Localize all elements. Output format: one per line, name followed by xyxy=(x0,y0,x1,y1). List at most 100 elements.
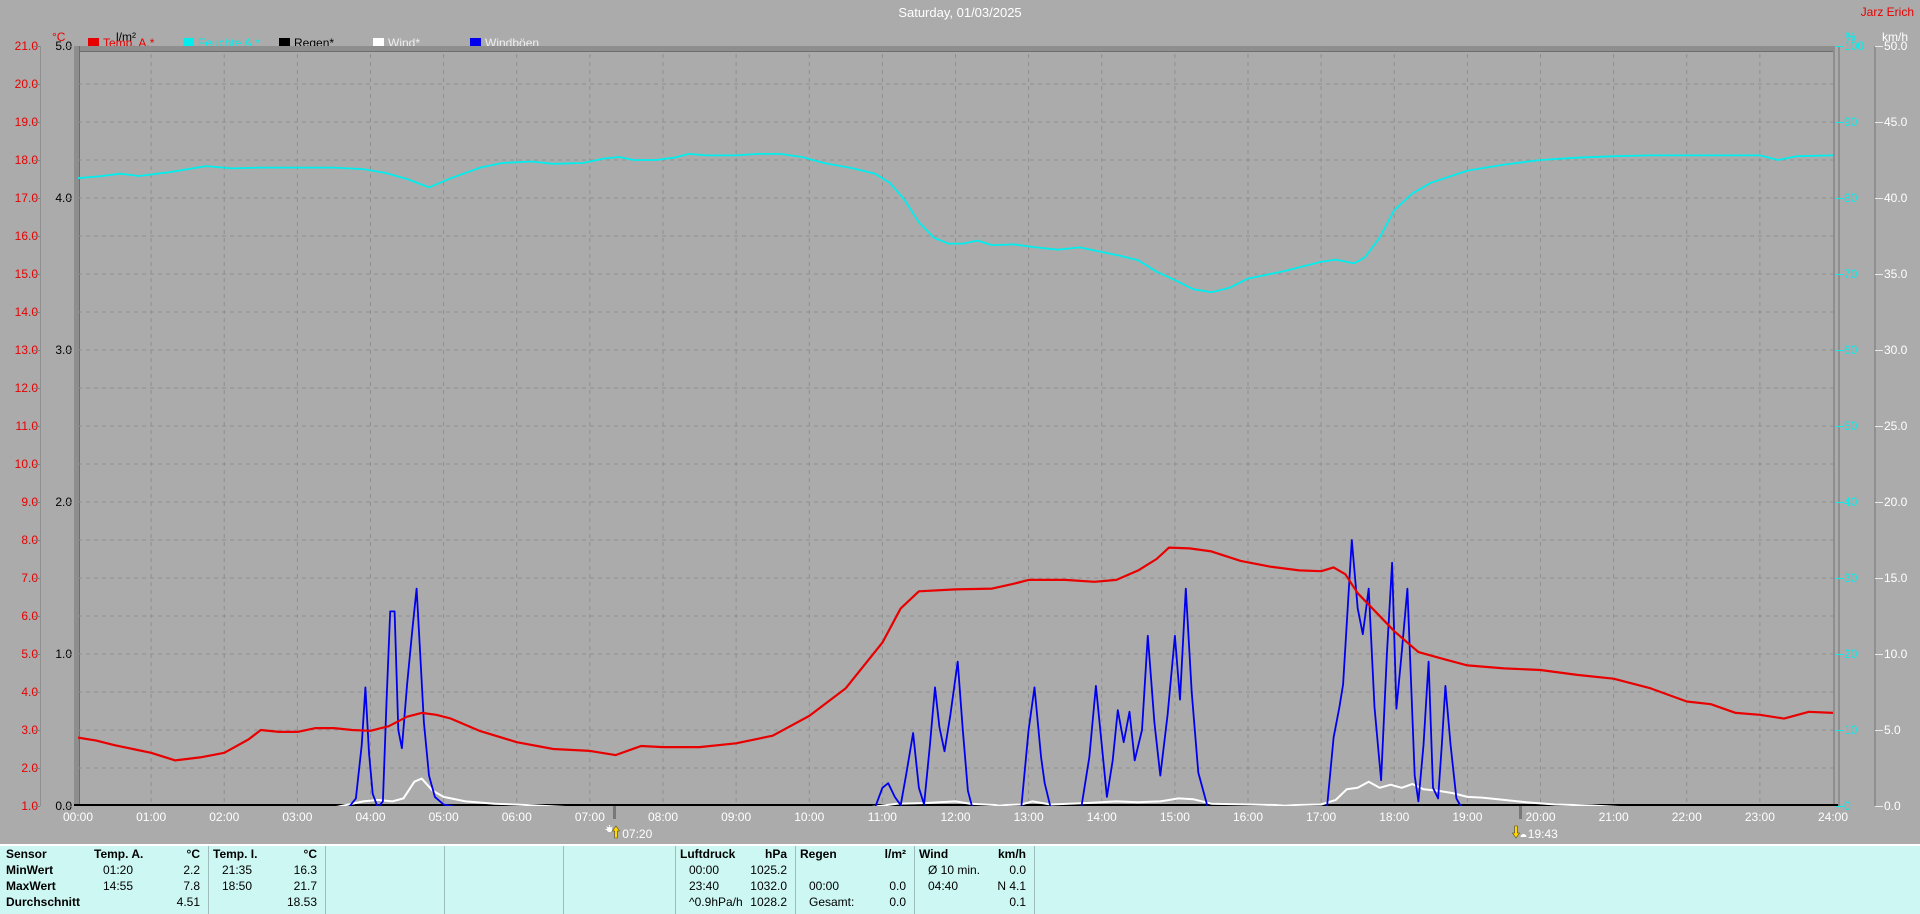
plot-area xyxy=(77,46,1834,809)
sensor-name: Temp. A. xyxy=(94,847,144,861)
stat-value: 4.51 xyxy=(176,895,200,909)
temp-axis-tick-mark xyxy=(33,198,40,199)
sensor-unit: hPa xyxy=(764,847,787,861)
stat-value xyxy=(436,878,444,894)
stat-time xyxy=(209,894,222,910)
stat-time: Ø 10 min. xyxy=(928,863,981,877)
humidity-axis-tick-mark xyxy=(1835,46,1843,47)
stat-value: 2.2 xyxy=(183,863,200,877)
x-axis-hour-label: 13:00 xyxy=(1013,810,1044,824)
wind-axis-tick-mark xyxy=(1875,122,1883,123)
stat-time: 14:55 xyxy=(103,879,134,893)
humidity-axis-tick-mark xyxy=(1835,198,1843,199)
temp-axis-tick-mark xyxy=(33,274,40,275)
wind-axis-tick-label: 10.0 xyxy=(1884,647,1908,661)
sunset-axis-tick xyxy=(1518,806,1522,819)
temp-axis-tick-mark xyxy=(33,84,40,85)
wind-axis-tick-label: 20.0 xyxy=(1884,495,1908,509)
table-block-wind: Wind km/h Ø 10 min. 0.0 04:40 N 4.1 0.1 xyxy=(915,846,1035,914)
stat-time: 21:35 xyxy=(222,863,253,877)
stat-time: 23:40 xyxy=(689,879,720,893)
sensor-unit: °C xyxy=(186,847,200,861)
statistics-table: Sensor MinWert MaxWert Durchschnitt Temp. A.… xyxy=(0,844,1920,914)
x-axis-hour-label: 02:00 xyxy=(209,810,240,824)
stat-time xyxy=(796,862,809,878)
stat-value xyxy=(436,862,444,878)
table-block-empty xyxy=(326,846,445,914)
x-axis-hour-label: 23:00 xyxy=(1744,810,1775,824)
humidity-axis-tick-mark xyxy=(1835,426,1843,427)
wind-axis-tick-mark xyxy=(1875,46,1883,47)
stat-time xyxy=(445,862,458,878)
humidity-axis-tick-label: 60 xyxy=(1844,343,1858,357)
temp-axis-tick-mark xyxy=(33,768,40,769)
wind-axis-tick-label: 15.0 xyxy=(1884,571,1908,585)
sunrise-marker: 07:20 xyxy=(605,825,652,842)
temp-axis-tick-mark xyxy=(33,502,40,503)
x-axis-hour-label: 00:00 xyxy=(62,810,94,824)
temp-axis-tick-mark xyxy=(33,464,40,465)
temp-axis-tick-mark xyxy=(33,806,40,807)
humidity-axis-tick-label: 50 xyxy=(1844,419,1858,433)
humidity-axis-tick-mark xyxy=(1835,274,1843,275)
stat-time xyxy=(564,862,577,878)
humidity-axis-tick-mark xyxy=(1835,654,1843,655)
stat-time xyxy=(326,894,339,910)
table-block-regen: Regen l/m² 00:00 0.0 Gesamt: 0.0 xyxy=(796,846,915,914)
stat-value xyxy=(667,878,675,894)
temp-axis-tick-mark xyxy=(33,46,40,47)
stat-value: 7.8 xyxy=(183,879,200,893)
x-axis-hour-label: 16:00 xyxy=(1232,810,1264,824)
wind-axis-tick-mark xyxy=(1875,578,1883,579)
humidity-axis-tick-label: 30 xyxy=(1844,571,1858,585)
wind-axis-tick-label: 0.0 xyxy=(1884,799,1901,813)
temp-axis-tick-mark xyxy=(33,122,40,123)
sensor-name: Temp. I. xyxy=(213,847,258,861)
x-axis-hour-label: 19:00 xyxy=(1452,810,1483,824)
x-axis-hour-label: 20:00 xyxy=(1525,810,1556,824)
rain-axis-tick-mark xyxy=(65,502,72,503)
x-axis-hour-label: 11:00 xyxy=(867,810,897,824)
stat-time xyxy=(564,878,577,894)
table-row-label: MaxWert xyxy=(6,879,56,893)
chart-title: Saturday, 01/03/2025 xyxy=(898,5,1022,20)
x-axis-hour-label: 09:00 xyxy=(721,810,752,824)
stat-time: Gesamt: xyxy=(809,895,855,909)
x-axis-hour-label: 21:00 xyxy=(1598,810,1629,824)
temp-axis-tick-mark xyxy=(33,730,40,731)
wind-axis-tick-mark xyxy=(1875,274,1883,275)
table-block-luftdruck: Luftdruck hPa 00:00 1025.2 23:40 1032.0 ^0.9hP… xyxy=(676,846,796,914)
table-row-label: Durchschnitt xyxy=(6,895,81,909)
stat-value: 0.0 xyxy=(889,879,906,893)
humidity-axis-tick-label: 70 xyxy=(1844,267,1858,281)
rain-axis-tick-mark xyxy=(65,350,72,351)
rain-axis-tick-mark xyxy=(65,198,72,199)
humidity-axis-tick-label: 10 xyxy=(1844,723,1858,737)
wind-axis-tick-label: 50.0 xyxy=(1884,39,1908,53)
stat-value xyxy=(436,894,444,910)
stat-value: 16.3 xyxy=(293,863,317,877)
table-block-temp-a-: Temp. A. °C 01:20 2.2 14:55 7.8 4.51 xyxy=(90,846,209,914)
stat-time xyxy=(445,878,458,894)
stat-value: 1028.2 xyxy=(750,895,787,909)
sensor-unit xyxy=(436,846,444,862)
wind-axis-tick-mark xyxy=(1875,350,1883,351)
wind-axis-tick-mark xyxy=(1875,502,1883,503)
weather-station-day-chart: { "title": "Saturday, 01/03/2025", "wate… xyxy=(0,0,1920,914)
wind-axis-tick-label: 35.0 xyxy=(1884,267,1908,281)
sensor-unit: °C xyxy=(303,847,317,861)
stat-value xyxy=(667,894,675,910)
sensor-name xyxy=(445,846,449,862)
x-axis-hour-label: 12:00 xyxy=(940,810,971,824)
humidity-axis-tick-mark xyxy=(1835,578,1843,579)
stat-value xyxy=(667,862,675,878)
x-axis-hour-label: 05:00 xyxy=(428,810,459,824)
x-axis-hour-label: 06:00 xyxy=(501,810,532,824)
sunrise-icon xyxy=(605,825,621,842)
sensor-unit: km/h xyxy=(997,847,1026,861)
sunrise-axis-tick xyxy=(613,806,617,819)
stat-time xyxy=(326,878,339,894)
table-row-labels: Sensor MinWert MaxWert Durchschnitt xyxy=(0,846,90,914)
humidity-axis-tick-label: 90 xyxy=(1844,115,1858,129)
temp-axis-tick-mark xyxy=(33,160,40,161)
